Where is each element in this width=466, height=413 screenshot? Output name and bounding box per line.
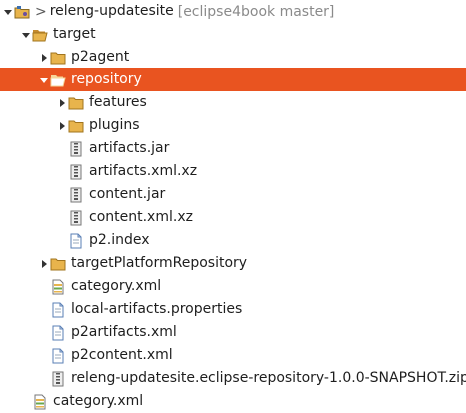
tree-row-artifacts-xml-xz[interactable]: artifacts.xml.xz <box>0 160 466 183</box>
tree-row-p2content-xml[interactable]: p2content.xml <box>0 344 466 367</box>
tree-item-label: features <box>89 94 147 110</box>
xz-icon <box>68 210 84 226</box>
tree-item-label: category.xml <box>53 393 144 409</box>
folder-icon <box>50 256 66 272</box>
git-dirty-marker: > <box>35 3 47 20</box>
tree-item-label: target <box>53 26 96 42</box>
jar-icon <box>68 187 84 203</box>
expanded-arrow-icon[interactable] <box>2 0 14 23</box>
jar-icon <box>68 141 84 157</box>
tree-row-root-category-xml[interactable]: category.xml <box>0 390 466 413</box>
tree-row-local-artifacts-properties[interactable]: local-artifacts.properties <box>0 298 466 321</box>
expanded-arrow-icon[interactable] <box>20 23 32 46</box>
tree-item-label: p2.index <box>89 232 150 248</box>
collapsed-arrow-icon[interactable] <box>56 114 68 137</box>
tree-item-label: artifacts.xml.xz <box>89 163 198 179</box>
tree-item-label: content.jar <box>89 186 166 202</box>
folder-icon <box>50 50 66 66</box>
file-icon <box>50 348 66 364</box>
tree-item-label: content.xml.xz <box>89 209 193 225</box>
tree-item-label: plugins <box>89 117 140 133</box>
tree-row-p2agent[interactable]: p2agent <box>0 46 466 69</box>
tree-row-target[interactable]: target <box>0 23 466 46</box>
xml-icon <box>32 394 48 410</box>
tree-row-repository[interactable]: repository <box>0 68 466 91</box>
folder-open-icon <box>32 27 48 43</box>
tree-row-p2-index[interactable]: p2.index <box>0 229 466 252</box>
project-explorer-tree: > releng-updatesite [eclipse4book master… <box>0 0 466 413</box>
tree-item-label: local-artifacts.properties <box>71 301 243 317</box>
tree-row-project[interactable]: > releng-updatesite [eclipse4book master… <box>0 0 466 23</box>
file-icon <box>50 325 66 341</box>
tree-item-label: p2artifacts.xml <box>71 324 177 340</box>
tree-row-repository-zip[interactable]: releng-updatesite.eclipse-repository-1.0… <box>0 367 466 390</box>
tree-row-targetplatformrepository[interactable]: targetPlatformRepository <box>0 252 466 275</box>
folder-icon <box>68 95 84 111</box>
file-icon <box>68 233 84 249</box>
project-name: releng-updatesite <box>49 3 174 19</box>
collapsed-arrow-icon[interactable] <box>38 252 50 275</box>
tree-item-label: repository <box>71 71 142 87</box>
tree-item-label: p2agent <box>71 49 130 65</box>
collapsed-arrow-icon[interactable] <box>38 46 50 69</box>
tree-item-label: category.xml <box>71 278 162 294</box>
folder-open-icon <box>50 72 66 88</box>
zip-icon <box>50 371 66 387</box>
project-icon <box>14 4 30 20</box>
tree-row-p2artifacts-xml[interactable]: p2artifacts.xml <box>0 321 466 344</box>
expanded-arrow-icon[interactable] <box>38 68 50 91</box>
folder-icon <box>68 118 84 134</box>
tree-row-category-xml[interactable]: category.xml <box>0 275 466 298</box>
git-branch-decoration: [eclipse4book master] <box>177 3 335 20</box>
tree-item-label: targetPlatformRepository <box>71 255 248 271</box>
tree-row-artifacts-jar[interactable]: artifacts.jar <box>0 137 466 160</box>
tree-row-plugins[interactable]: plugins <box>0 114 466 137</box>
collapsed-arrow-icon[interactable] <box>56 91 68 114</box>
xml-icon <box>50 279 66 295</box>
tree-item-label: p2content.xml <box>71 347 173 363</box>
properties-icon <box>50 302 66 318</box>
tree-item-label: artifacts.jar <box>89 140 170 156</box>
xz-icon <box>68 164 84 180</box>
tree-row-features[interactable]: features <box>0 91 466 114</box>
tree-row-content-jar[interactable]: content.jar <box>0 183 466 206</box>
tree-row-content-xml-xz[interactable]: content.xml.xz <box>0 206 466 229</box>
tree-item-label: releng-updatesite.eclipse-repository-1.0… <box>71 370 466 386</box>
